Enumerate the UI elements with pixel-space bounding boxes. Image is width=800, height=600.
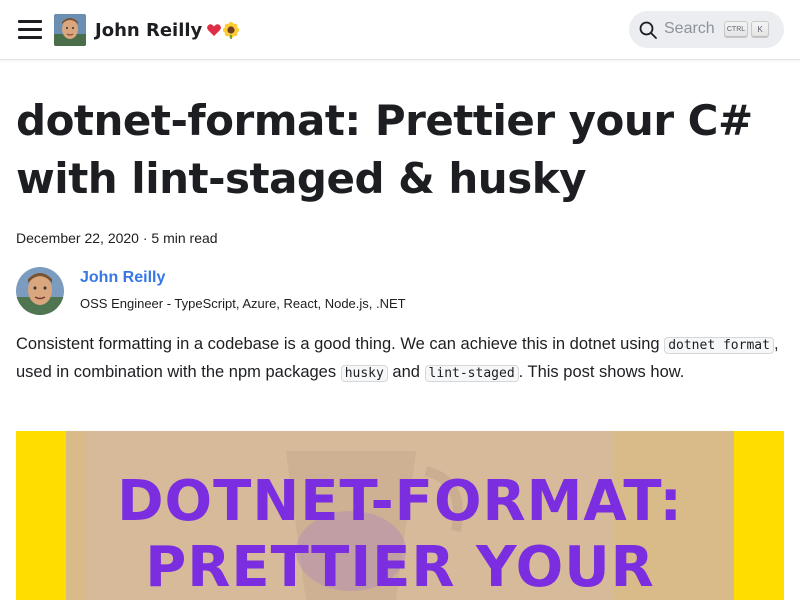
search-placeholder: Search (664, 20, 715, 37)
search-button[interactable]: Search CTRL K (629, 11, 784, 48)
inline-code: husky (340, 365, 388, 382)
inline-code: lint-staged (424, 365, 519, 382)
inline-code: dotnet format (664, 337, 774, 354)
navbar: John Reilly Search CTRL K (0, 0, 800, 60)
hero-image: DOTNET-FORMAT: PRETTIER YOUR (16, 431, 784, 600)
intro-paragraph: Consistent formatting in a codebase is a… (16, 331, 786, 387)
kbd-ctrl: CTRL (724, 21, 748, 38)
intro-text: Consistent formatting in a codebase is a… (16, 335, 665, 353)
brand-emoji (206, 21, 240, 39)
sunflower-icon (223, 21, 240, 39)
author-avatar[interactable] (16, 267, 64, 315)
hero-line: PRETTIER YOUR (145, 535, 655, 600)
hero-text: DOTNET-FORMAT: PRETTIER YOUR (16, 469, 784, 600)
author-name-link[interactable]: John Reilly (80, 269, 165, 287)
intro-text: and (387, 363, 425, 381)
author-bio: OSS Engineer - TypeScript, Azure, React,… (80, 296, 406, 311)
heart-icon (207, 24, 222, 36)
search-icon (639, 21, 657, 39)
hamburger-icon[interactable] (18, 18, 44, 40)
post-meta: December 22, 2020 · 5 min read (16, 230, 218, 246)
hero-line: DOTNET-FORMAT: (117, 469, 683, 534)
page-title: dotnet-format: Prettier your C# with lin… (16, 96, 753, 203)
intro-text: . This post shows how. (518, 363, 685, 381)
kbd-k: K (751, 21, 769, 38)
brand-link[interactable]: John Reilly (54, 13, 240, 47)
avatar (54, 14, 86, 46)
brand-title: John Reilly (95, 19, 203, 41)
